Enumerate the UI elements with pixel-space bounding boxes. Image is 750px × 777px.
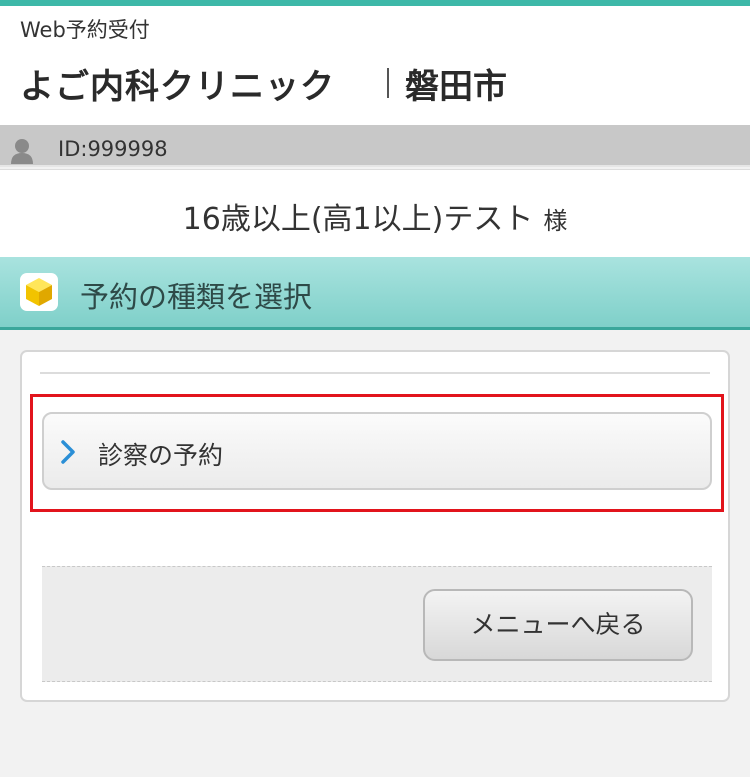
section-title: 予約の種類を選択 bbox=[80, 280, 313, 314]
option-exam-reservation-button[interactable]: 診察の予約 bbox=[42, 412, 712, 490]
section-header: 予約の種類を選択 bbox=[0, 257, 750, 330]
app-label: Web予約受付 bbox=[20, 18, 150, 42]
option-label: 診察の予約 bbox=[98, 441, 224, 470]
header: Web予約受付 よご内科クリニック 磐田市 bbox=[0, 6, 750, 125]
divider bbox=[40, 372, 710, 374]
user-id-bar: ID:999998 bbox=[0, 125, 750, 167]
user-id: ID:999998 bbox=[58, 137, 168, 161]
clinic-name: よご内科クリニック bbox=[20, 66, 335, 107]
clinic-city: 磐田市 bbox=[405, 66, 507, 107]
patient-name: 16歳以上(高1以上)テスト bbox=[182, 202, 534, 237]
chevron-right-icon bbox=[60, 439, 76, 469]
patient-name-line: 16歳以上(高1以上)テスト様 bbox=[0, 194, 750, 238]
clinic-row: よご内科クリニック 磐田市 bbox=[20, 60, 507, 107]
patient-bar: 16歳以上(高1以上)テスト様 bbox=[0, 169, 750, 257]
reservation-type-card: 診察の予約 メニューへ戻る bbox=[20, 350, 730, 702]
back-to-menu-button[interactable]: メニューへ戻る bbox=[423, 589, 693, 661]
button-area: メニューへ戻る bbox=[42, 566, 712, 682]
honorific: 様 bbox=[543, 207, 568, 235]
clinic-separator bbox=[387, 68, 389, 98]
user-icon bbox=[10, 138, 34, 164]
cube-icon bbox=[20, 273, 58, 311]
